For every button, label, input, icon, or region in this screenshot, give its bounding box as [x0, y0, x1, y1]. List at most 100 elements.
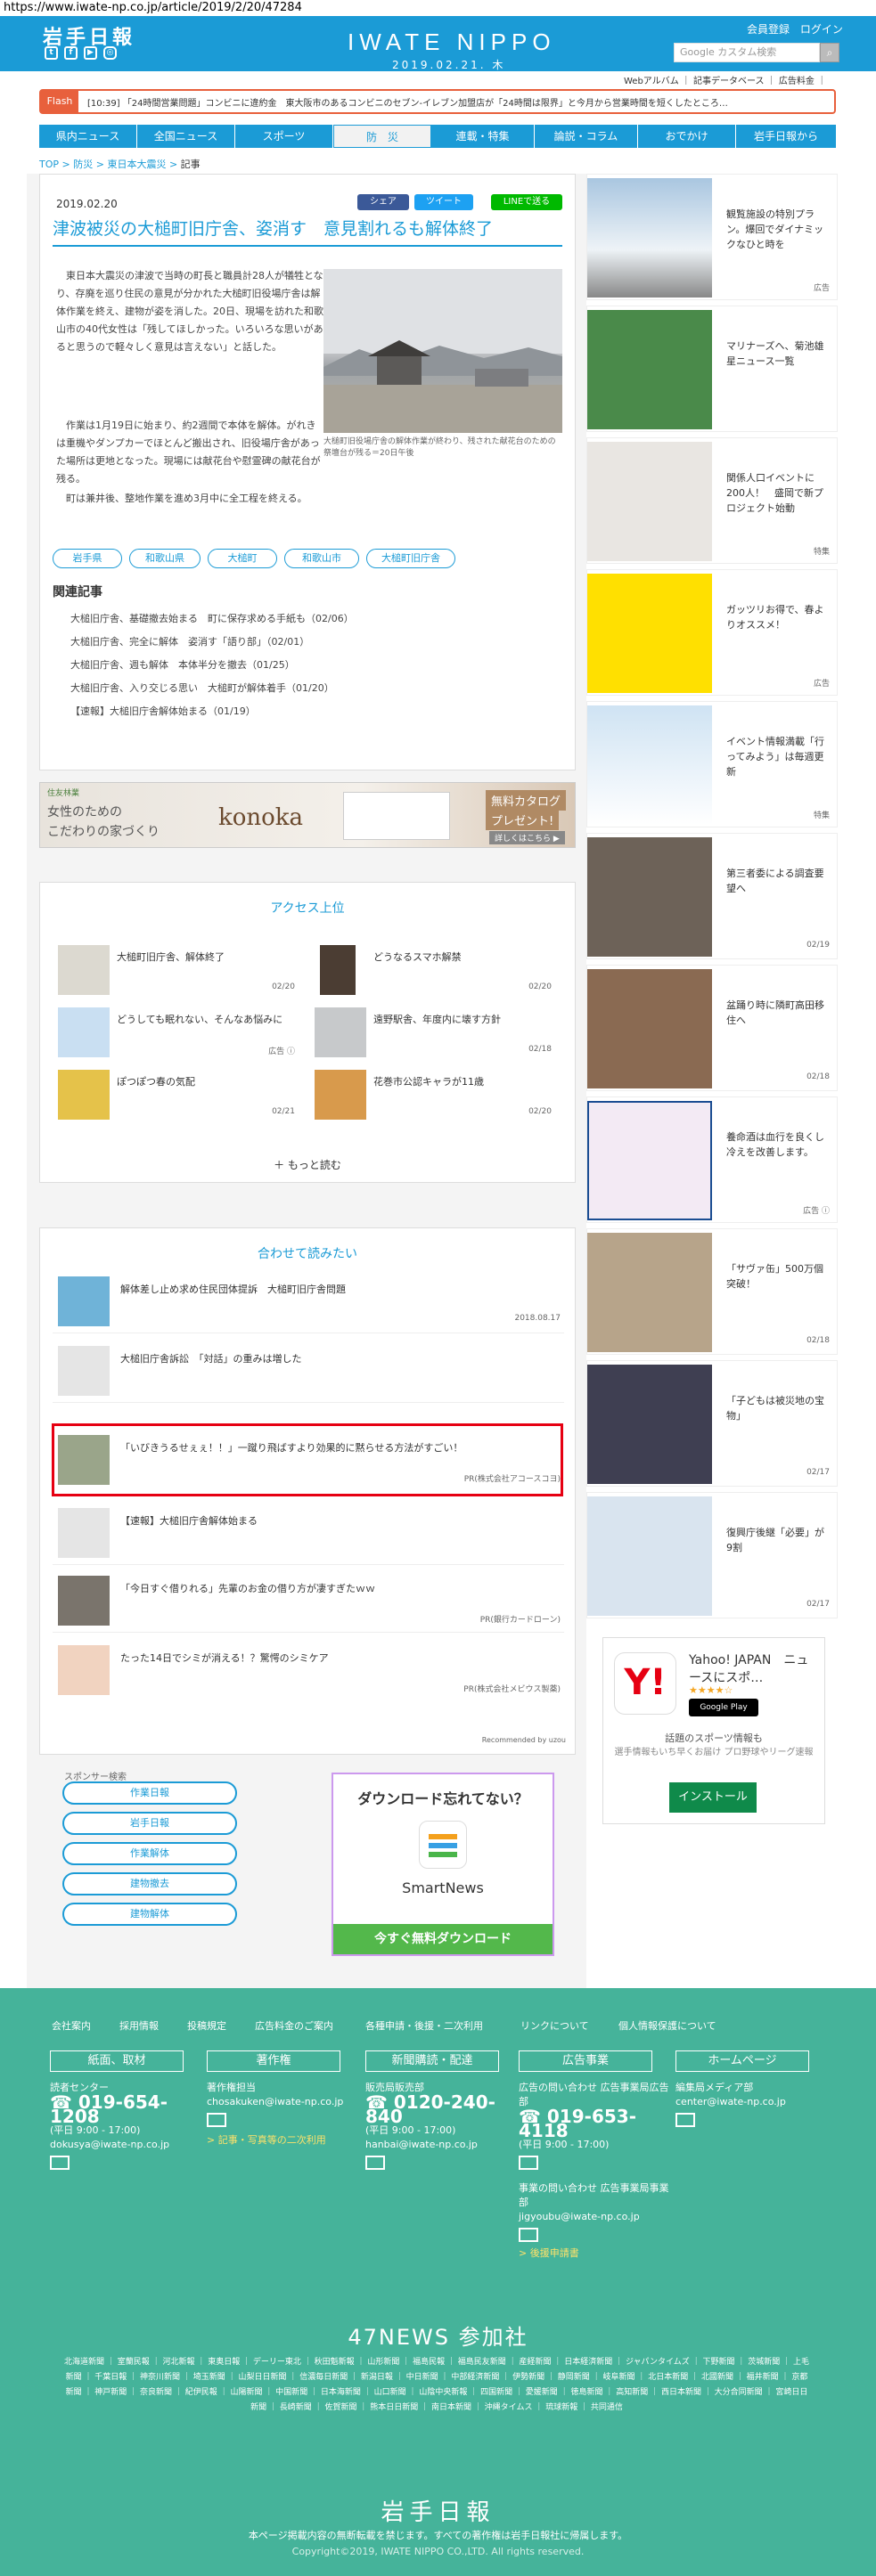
ranking-item[interactable]: 遠野駅舎、年度内に壊す方針 02/18	[315, 1004, 555, 1057]
mail-icon[interactable]	[207, 2113, 226, 2127]
install-button[interactable]: インストール	[669, 1782, 757, 1813]
related-link[interactable]: 大槌旧庁舎、完全に解体 姿消す「語り部」（02/01）	[70, 634, 309, 648]
footer-link[interactable]: 採用情報	[119, 2018, 159, 2033]
site-logo-en[interactable]: IWATE NIPPO	[348, 29, 556, 56]
sidebar-item[interactable]: 第三者委による調査要望へ 02/19	[586, 833, 838, 959]
youtube-icon[interactable]: ▶	[84, 46, 97, 60]
email-link[interactable]: dokusya@iwate-np.co.jp	[50, 2138, 192, 2152]
recommended-item[interactable]: 【速報】大槌旧庁舎解体始まる	[53, 1499, 564, 1565]
footer-link[interactable]: 個人情報保護について	[618, 2018, 716, 2033]
mail-icon[interactable]	[50, 2156, 70, 2170]
phone-number[interactable]: ☎ 019-653-4118	[519, 2107, 670, 2140]
sponsor-button[interactable]: 建物撤去	[62, 1872, 237, 1895]
sidebar-item[interactable]: 観覧施設の特別プラン。爆回でダイナミックなひと時を 広告	[586, 174, 838, 300]
flash-text[interactable]: [10:39] 「24時間営業問題」コンビニに違約金 東大阪市のあるコンビニのセ…	[87, 95, 827, 109]
related-link[interactable]: 【速報】大槌旧庁舎解体始まる（01/19）	[70, 704, 256, 718]
mail-icon[interactable]	[365, 2156, 385, 2170]
nav-item[interactable]: 岩手日報から	[736, 125, 836, 148]
ranking-item[interactable]: どうしても眠れない、そんなあ悩みに 広告 ⓘ	[58, 1004, 299, 1057]
sidebar-item[interactable]: 「サヴァ缶」500万個突破！ 02/18	[586, 1228, 838, 1355]
tag-button[interactable]: 大槌町	[208, 549, 277, 568]
phone-number[interactable]: ☎ 0120-240-840	[365, 2093, 508, 2125]
sponsor-button[interactable]: 建物解体	[62, 1903, 237, 1926]
sponsor-button[interactable]: 岩手日報	[62, 1812, 237, 1835]
tag-button[interactable]: 岩手県	[53, 549, 122, 568]
breadcrumb-link[interactable]: TOP	[39, 159, 59, 170]
login-link[interactable]: ログイン	[800, 23, 843, 36]
sidebar-item[interactable]: イベント情報満載「行ってみよう」は毎週更新 特集	[586, 701, 838, 827]
recommended-item[interactable]: 「今日すぐ借りれる」先輩のお金の借り方が凄すぎたｗｗ PR(銀行カードローン)	[53, 1567, 564, 1633]
nav-item[interactable]: 全国ニュース	[137, 125, 235, 148]
smartnews-download-button[interactable]: 今すぐ無料ダウンロード	[333, 1924, 553, 1954]
yahoo-app-ad[interactable]: Y! Yahoo! JAPAN ニュースにスポ… ★★★★☆ Google Pl…	[602, 1637, 825, 1824]
mail-icon[interactable]	[519, 2228, 538, 2242]
sidebar-item[interactable]: 関係人口イベントに200人！ 盛岡で新プロジェクト始動 特集	[586, 437, 838, 564]
ranking-item[interactable]: 花巻市公認キャラが11歳 02/20	[315, 1066, 555, 1120]
recommended-by[interactable]: Recommended by uzou	[482, 1736, 566, 1744]
ad-detail-link[interactable]: 詳しくはこちら ▶	[489, 831, 565, 844]
nav-item[interactable]: 論説・コラム	[535, 125, 638, 148]
facebook-icon[interactable]: f	[64, 46, 78, 60]
ranking-item[interactable]: どうなるスマホ解禁 02/20	[315, 942, 555, 995]
flash-news-bar[interactable]: Flash [10:39] 「24時間営業問題」コンビニに違約金 東大阪市のある…	[39, 89, 836, 114]
email-link[interactable]: chosakuken@iwate-np.co.jp	[207, 2095, 349, 2109]
footer-link[interactable]: 会社案内	[52, 2018, 91, 2033]
footer-link[interactable]: リンクについて	[520, 2018, 589, 2033]
breadcrumb-link[interactable]: 東日本大震災	[107, 159, 166, 170]
ranking-item[interactable]: ぽつぽつ春の気配 02/21	[58, 1066, 299, 1120]
article-photo[interactable]	[323, 269, 562, 433]
footer-link[interactable]: 投稿規定	[187, 2018, 226, 2033]
header-sublinks[interactable]: Webアルバム ｜ 記事データベース ｜ 広告料金 ｜	[624, 73, 838, 86]
related-link[interactable]: 大槌旧庁舎、入り交じる思い 大槌町が解体着手（01/20）	[70, 681, 334, 695]
footer-link[interactable]: 広告料金のご案内	[255, 2018, 333, 2033]
recommended-item[interactable]: 解体差し止め求め住民団体提訴 大槌町旧庁舎問題 2018.08.17	[53, 1268, 564, 1333]
email-link[interactable]: center@iwate-np.co.jp	[675, 2095, 818, 2109]
search-input[interactable]: Google カスタム検索	[674, 43, 820, 62]
sponsor-button[interactable]: 作業日報	[62, 1781, 237, 1805]
recommended-item[interactable]: 大槌旧庁舎訴訟 「対話」の重みは増した	[53, 1337, 564, 1403]
recommended-item[interactable]: たった14日でシミが消える！？驚愕のシミケア PR(株式会社メビウス製薬)	[53, 1636, 564, 1702]
instagram-icon[interactable]: ◎	[103, 46, 117, 60]
mail-icon[interactable]	[675, 2113, 695, 2127]
secondary-use-link[interactable]: > 記事・写真等の二次利用	[207, 2133, 349, 2148]
sponsorship-link[interactable]: > 後援申請書	[519, 2246, 670, 2261]
email-link[interactable]: jigyoubu@iwate-np.co.jp	[519, 2210, 670, 2224]
47news-member-list[interactable]: 北海道新聞 ｜ 室蘭民報 ｜ 河北新報 ｜ 東奥日報 ｜ デーリー東北 ｜ 秋田…	[62, 2355, 811, 2416]
footer-link[interactable]: 各種申請・後援・二次利用	[365, 2018, 483, 2033]
related-link[interactable]: 大槌旧庁舎、基礎撤去始まる 町に保存求める手紙も（02/06）	[70, 611, 354, 625]
sidebar-item[interactable]: 養命酒は血行を良くし冷えを改善します。 広告 ⓘ	[586, 1096, 838, 1223]
more-button[interactable]: ＋ もっと読む	[40, 1157, 575, 1172]
related-link[interactable]: 大槌旧庁舎、週も解体 本体半分を撤去（01/25）	[70, 657, 295, 672]
facebook-share-button[interactable]: シェア	[357, 194, 409, 210]
twitter-icon[interactable]: t	[45, 46, 58, 60]
search-icon[interactable]: ⌕	[820, 43, 839, 62]
nav-item[interactable]: 連載・特集	[431, 125, 535, 148]
highlighted-ad-item[interactable]	[52, 1423, 563, 1496]
tweet-button[interactable]: ツイート	[414, 194, 473, 210]
tag-button[interactable]: 大槌町旧庁舎	[366, 549, 455, 568]
address-bar[interactable]: https://www.iwate-np.co.jp/article/2019/…	[0, 0, 876, 16]
phone-number[interactable]: ☎ 019-654-1208	[50, 2093, 192, 2125]
smartnews-ad[interactable]: ダウンロード忘れてない？ SmartNews 今すぐ無料ダウンロード	[332, 1773, 554, 1956]
sidebar-item[interactable]: 盆踊り時に隣町高田移住へ 02/18	[586, 965, 838, 1091]
sidebar-item[interactable]: 復興庁後継「必要」が9割 02/17	[586, 1492, 838, 1618]
nav-item[interactable]: 県内ニュース	[39, 125, 137, 148]
banner-ad[interactable]: 住友林業 女性のための こだわりの家づくり konoka 無料カタログ プレゼン…	[39, 782, 576, 848]
sponsor-button[interactable]: 作業解体	[62, 1842, 237, 1865]
sidebar-item[interactable]: ガッツリお得で、春よりオススメ！ 広告	[586, 569, 838, 696]
register-link[interactable]: 会員登録	[747, 23, 790, 36]
nav-item[interactable]: おでかけ	[638, 125, 736, 148]
mail-icon[interactable]	[519, 2156, 538, 2170]
sidebar-item[interactable]: 「子どもは被災地の宝物」 02/17	[586, 1360, 838, 1487]
email-link[interactable]: hanbai@iwate-np.co.jp	[365, 2138, 508, 2152]
nav-item-active[interactable]: 防 災	[333, 125, 431, 148]
nav-item[interactable]: スポーツ	[235, 125, 333, 148]
google-play-badge[interactable]: Google Play	[689, 1699, 758, 1716]
ranking-item[interactable]: 大槌町旧庁舎、解体終了 02/20	[58, 942, 299, 995]
sidebar-item[interactable]: マリナーズへ、菊池雄星ニュース一覧	[586, 306, 838, 432]
breadcrumb-link[interactable]: 防災	[73, 159, 93, 170]
tag-button[interactable]: 和歌山市	[284, 549, 359, 568]
footer-logo[interactable]: 岩手日報	[0, 2494, 876, 2527]
tag-button[interactable]: 和歌山県	[129, 549, 201, 568]
line-share-button[interactable]: LINEで送る	[491, 194, 562, 210]
